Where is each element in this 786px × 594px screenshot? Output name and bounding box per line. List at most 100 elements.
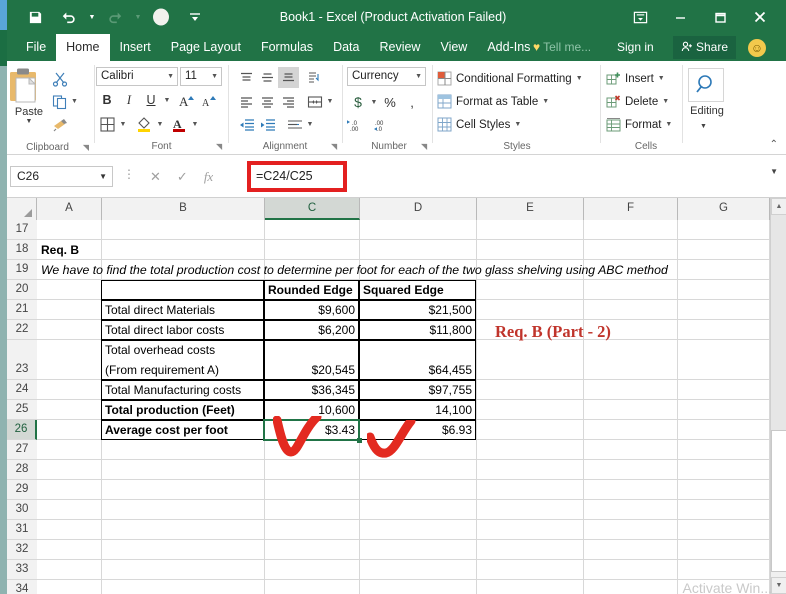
decrease-font-size-button[interactable]: A [199,90,221,111]
sign-in-button[interactable]: Sign in [617,34,654,61]
minimize-icon[interactable] [660,0,700,34]
font-color-button[interactable]: A [168,114,190,135]
row-header-26[interactable]: 26 [7,420,37,440]
row-header-31[interactable]: 31 [7,520,37,540]
column-header-a[interactable]: A [37,198,102,220]
enter-icon[interactable]: ✓ [177,169,188,185]
accounting-format-button[interactable]: $ [347,92,369,113]
share-button[interactable]: Share [673,36,737,59]
cell-c23[interactable]: $20,545 [264,360,359,379]
circle-icon[interactable] [144,0,178,34]
font-dialog-launcher-icon[interactable]: ◥ [216,142,222,151]
cell-d22[interactable]: $11,800 [359,320,476,339]
increase-font-size-button[interactable]: A [177,90,199,111]
conditional-formatting-dropdown-icon[interactable]: ▼ [576,75,583,82]
cell-c21[interactable]: $9,600 [264,300,359,319]
row-header-33[interactable]: 33 [7,560,37,580]
borders-button[interactable] [96,114,118,135]
row-header-24[interactable]: 24 [7,380,37,400]
column-header-b[interactable]: B [102,198,265,220]
customize-qat-icon[interactable] [178,0,212,34]
row-header-17[interactable]: 17 [7,220,37,240]
select-all-button[interactable] [7,198,37,220]
font-size-input[interactable]: 11 ▼ [180,67,222,86]
row-header-34[interactable]: 34 [7,580,37,594]
tab-file[interactable]: File [16,34,56,61]
cell-b25[interactable]: Total production (Feet) [101,400,264,419]
cut-button[interactable] [52,67,96,90]
tab-add-ins[interactable]: Add-Ins [477,34,540,61]
tab-data[interactable]: Data [323,34,369,61]
maximize-icon[interactable] [700,0,740,34]
column-header-c[interactable]: C [265,198,360,220]
align-bottom-button[interactable] [278,67,299,88]
font-size-dropdown-icon[interactable]: ▼ [211,68,218,85]
cell-d23[interactable]: $64,455 [359,360,476,379]
paste-button[interactable]: Paste ▼ [6,67,52,125]
expand-formula-bar-icon[interactable]: ▼ [770,167,778,176]
cancel-icon[interactable]: ✕ [150,169,161,185]
merge-and-center-button[interactable] [304,91,325,112]
editing-dropdown-icon[interactable]: ▼ [700,123,707,130]
align-middle-button[interactable] [257,67,278,88]
row-header-20[interactable]: 20 [7,280,37,300]
align-top-button[interactable] [236,67,257,88]
bold-button[interactable]: B [96,90,118,111]
format-cells-button[interactable]: Format ▼ [606,113,672,136]
font-name-input[interactable]: Calibri ▼ [96,67,178,86]
merge-dropdown-icon[interactable]: ▼ [325,91,335,112]
increase-indent-button[interactable] [257,114,278,135]
close-icon[interactable] [740,0,780,34]
borders-dropdown-icon[interactable]: ▼ [118,114,128,135]
decrease-indent-button[interactable] [236,114,257,135]
align-left-button[interactable] [236,91,257,112]
clipboard-dialog-launcher-icon[interactable]: ◥ [83,143,89,152]
row-header-32[interactable]: 32 [7,540,37,560]
tab-home[interactable]: Home [56,34,110,61]
scroll-up-icon[interactable]: ▲ [771,198,786,215]
percent-format-button[interactable]: % [379,92,401,113]
increase-decimal-button[interactable]: .0.00 [347,118,367,133]
row-header-21[interactable]: 21 [7,300,37,320]
cell-a19[interactable]: We have to find the total production cos… [37,260,777,279]
number-format-select[interactable]: Currency ▼ [347,67,426,86]
column-header-e[interactable]: E [477,198,584,220]
cell-styles-dropdown-icon[interactable]: ▼ [514,121,521,128]
undo-icon[interactable] [52,0,86,34]
tab-formulas[interactable]: Formulas [251,34,323,61]
row-header-19[interactable]: 19 [7,260,37,280]
row-header-23[interactable]: 23 [7,340,37,380]
font-name-dropdown-icon[interactable]: ▼ [167,68,174,85]
cell-d26[interactable]: $6.93 [359,420,476,439]
italic-button[interactable]: I [118,90,140,111]
conditional-formatting-button[interactable]: Conditional Formatting ▼ [437,67,583,90]
cell-d24[interactable]: $97,755 [359,380,476,399]
format-painter-button[interactable] [52,113,96,136]
align-center-button[interactable] [257,91,278,112]
cell-b23-line2[interactable]: (From requirement A) [101,360,264,379]
fill-color-button[interactable] [133,114,155,135]
delete-cells-dropdown-icon[interactable]: ▼ [662,98,669,105]
underline-button[interactable]: U [140,90,162,111]
ribbon-display-options-icon[interactable] [620,0,660,34]
tab-review[interactable]: Review [369,34,430,61]
underline-dropdown-icon[interactable]: ▼ [162,90,172,111]
wrap-text-button[interactable] [284,114,305,135]
column-header-g[interactable]: G [678,198,770,220]
row-header-27[interactable]: 27 [7,440,37,460]
cell-styles-button[interactable]: Cell Styles ▼ [437,113,521,136]
feedback-smiley-icon[interactable]: ☺ [748,39,766,57]
cell-d25[interactable]: 14,100 [359,400,476,419]
cell-c22[interactable]: $6,200 [264,320,359,339]
row-header-18[interactable]: 18 [7,240,37,260]
decrease-decimal-button[interactable]: .00.0 [373,118,393,133]
format-as-table-dropdown-icon[interactable]: ▼ [542,98,549,105]
tab-page-layout[interactable]: Page Layout [161,34,251,61]
accounting-dropdown-icon[interactable]: ▼ [369,92,379,113]
copy-dropdown-icon[interactable]: ▼ [71,98,78,105]
insert-cells-button[interactable]: Insert ▼ [606,67,665,90]
column-header-f[interactable]: F [584,198,678,220]
tab-insert[interactable]: Insert [110,34,161,61]
cell-c26[interactable]: $3.43 [264,420,359,439]
name-box-dropdown-icon[interactable]: ▼ [99,167,107,186]
